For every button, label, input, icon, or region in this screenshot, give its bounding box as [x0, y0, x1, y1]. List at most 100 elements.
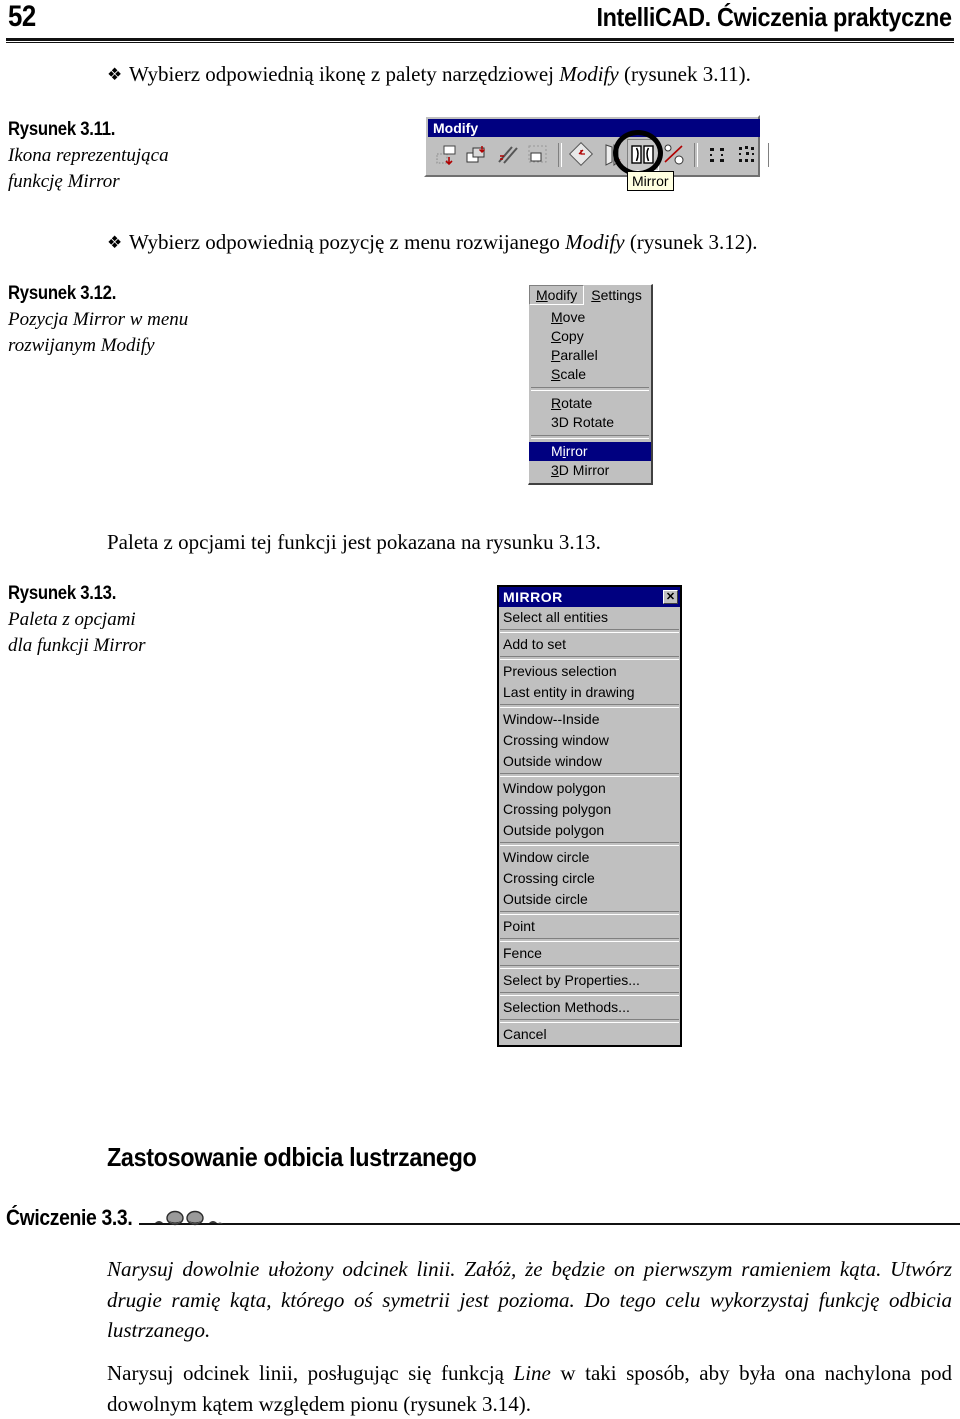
- final-paragraph: Narysuj odcinek linii, posługując się fu…: [107, 1358, 952, 1419]
- menu-item-mirror[interactable]: Mirror: [529, 442, 651, 461]
- palette-item-window-inside[interactable]: Window--Inside: [499, 709, 680, 730]
- figure-caption-3-12: Rysunek 3.12. Pozycja Mirror w menu rozw…: [8, 282, 258, 358]
- exercise-rule: [139, 1223, 960, 1225]
- bullet-text-before: Wybierz odpowiednią ikonę z palety narzę…: [129, 62, 560, 86]
- parallel-icon[interactable]: [493, 140, 523, 170]
- palette-item-fence[interactable]: Fence: [499, 943, 680, 964]
- figure-modify-menu: Modify Settings Move Copy Parallel Scale…: [528, 284, 653, 485]
- book-title: IntelliCAD. Ćwiczenia praktyczne: [596, 2, 953, 32]
- exercise-marker: Ćwiczenie 3.3.: [6, 1205, 960, 1235]
- menu-item-move[interactable]: Move: [529, 308, 651, 327]
- menu-item-copy[interactable]: Copy: [529, 327, 651, 346]
- figure-description-line2: dla funkcji Mirror: [8, 634, 146, 656]
- bullet-diamond-icon: ❖: [107, 65, 123, 84]
- palette-separator: [500, 629, 679, 633]
- palette-item-select-by-properties[interactable]: Select by Properties...: [499, 970, 680, 991]
- section-heading: Zastosowanie odbicia lustrzanego: [107, 1142, 477, 1172]
- palette-item-window-polygon[interactable]: Window polygon: [499, 778, 680, 799]
- palette-item-previous-selection[interactable]: Previous selection: [499, 661, 680, 682]
- toolbar-frame: Modify 5: [424, 115, 772, 177]
- palette-item-cancel[interactable]: Cancel: [499, 1024, 680, 1045]
- figure-description-line2: funkcję Mirror: [8, 170, 120, 192]
- palette-item-last-entity-in-drawing[interactable]: Last entity in drawing: [499, 682, 680, 703]
- menu-item-scale[interactable]: Scale: [529, 365, 651, 384]
- header-divider: [6, 38, 954, 43]
- rotate-icon[interactable]: [567, 140, 597, 170]
- array-icon[interactable]: [703, 140, 733, 170]
- palette-item-outside-window[interactable]: Outside window: [499, 751, 680, 772]
- 3d-array-icon[interactable]: [733, 140, 763, 170]
- figure-number: Rysunek 3.11.: [8, 119, 116, 140]
- palette-item-crossing-circle[interactable]: Crossing circle: [499, 868, 680, 889]
- toolbar-title: Modify: [428, 119, 760, 137]
- bullet-emphasis: Modify: [565, 230, 625, 254]
- palette-separator: [500, 938, 679, 942]
- bullet-text-before: Wybierz odpowiednią pozycję z menu rozwi…: [129, 230, 566, 254]
- final-emphasis: Line: [513, 1361, 551, 1385]
- menubar-item-settings[interactable]: Settings: [584, 285, 649, 305]
- scale-icon[interactable]: [523, 140, 553, 170]
- page-number: 52: [8, 0, 36, 33]
- close-icon[interactable]: ✕: [663, 590, 678, 604]
- figure-description-line1: Ikona reprezentująca: [8, 144, 169, 166]
- palette-separator: [500, 1019, 679, 1023]
- menubar: Modify Settings: [529, 285, 651, 305]
- toolbar-separator: [694, 143, 698, 167]
- palette-separator: [500, 911, 679, 915]
- final-text-before: Narysuj odcinek linii, posługując się fu…: [107, 1361, 514, 1385]
- palette-separator: [500, 965, 679, 969]
- figure-description-line1: Pozycja Mirror w menu: [8, 308, 189, 330]
- figure-caption-3-11: Rysunek 3.11. Ikona reprezentująca funkc…: [8, 118, 258, 194]
- ornament-icon: [155, 1210, 223, 1226]
- figure-number: Rysunek 3.13.: [8, 583, 117, 604]
- palette-item-crossing-polygon[interactable]: Crossing polygon: [499, 799, 680, 820]
- palette-item-select-all-entities[interactable]: Select all entities: [499, 607, 680, 628]
- palette-separator: [500, 842, 679, 846]
- bullet-text-after: (rysunek 3.12).: [624, 230, 758, 254]
- toolbar-separator: [768, 143, 772, 167]
- palette-titlebar: MIRROR ✕: [499, 587, 680, 607]
- menu-item-3d-rotate[interactable]: 3D Rotate: [529, 413, 651, 432]
- bullet-item-toolbar: ❖ Wybierz odpowiednią ikonę z palety narz…: [107, 60, 947, 90]
- copy-icon[interactable]: [463, 140, 493, 170]
- palette-separator: [500, 704, 679, 708]
- mirror-tooltip: Mirror: [627, 171, 674, 191]
- bullet-diamond-icon: ❖: [107, 233, 123, 252]
- bullet-text-after: (rysunek 3.11).: [618, 62, 751, 86]
- exercise-label: Ćwiczenie 3.3.: [6, 1205, 133, 1230]
- palette-item-add-to-set[interactable]: Add to set: [499, 634, 680, 655]
- menu-item-3d-mirror[interactable]: 3D Mirror: [529, 461, 651, 480]
- palette-separator: [500, 773, 679, 777]
- figure-number: Rysunek 3.12.: [8, 283, 117, 304]
- figure-caption-3-13: Rysunek 3.13. Paleta z opcjami dla funkc…: [8, 582, 258, 658]
- menu-item-rotate[interactable]: Rotate: [529, 394, 651, 413]
- palette-item-selection-methods[interactable]: Selection Methods...: [499, 997, 680, 1018]
- palette-item-window-circle[interactable]: Window circle: [499, 847, 680, 868]
- palette-separator: [500, 992, 679, 996]
- palette-item-outside-polygon[interactable]: Outside polygon: [499, 820, 680, 841]
- palette-item-crossing-window[interactable]: Crossing window: [499, 730, 680, 751]
- bullet-item-menu: ❖ Wybierz odpowiednią pozycję z menu rozw…: [107, 228, 947, 258]
- figure-modify-toolbar: Modify 5 Mirror: [424, 115, 772, 193]
- 3d-mirror-icon[interactable]: [659, 140, 689, 170]
- palette-item-point[interactable]: Point: [499, 916, 680, 937]
- bullet-emphasis: Modify: [559, 62, 619, 86]
- mirror-highlight-circle: [613, 130, 663, 176]
- move-icon[interactable]: [433, 140, 463, 170]
- palette-item-outside-circle[interactable]: Outside circle: [499, 889, 680, 910]
- exercise-paragraph: Narysuj dowolnie ułożony odcinek linii. …: [107, 1257, 952, 1343]
- page-header: 52 IntelliCAD. Ćwiczenia praktyczne: [0, 0, 960, 46]
- menu-separator: [531, 387, 649, 391]
- figure-description-line2: rozwijanym Modify: [8, 334, 155, 356]
- figure-description-line1: Paleta z opcjami: [8, 608, 136, 630]
- menubar-item-modify[interactable]: Modify: [529, 285, 585, 305]
- palette-title: MIRROR: [503, 589, 563, 605]
- paragraph-palette: Paleta z opcjami tej funkcji jest pokaza…: [107, 530, 601, 554]
- figure-mirror-palette: MIRROR ✕ Select all entities Add to set …: [497, 585, 682, 1047]
- toolbar-separator: [558, 143, 562, 167]
- palette-body: Select all entities Add to set Previous …: [499, 607, 680, 1045]
- menu-item-parallel[interactable]: Parallel: [529, 346, 651, 365]
- toolbar-button-row: 5: [428, 138, 772, 172]
- palette-separator: [500, 656, 679, 660]
- menu-separator: [531, 435, 649, 439]
